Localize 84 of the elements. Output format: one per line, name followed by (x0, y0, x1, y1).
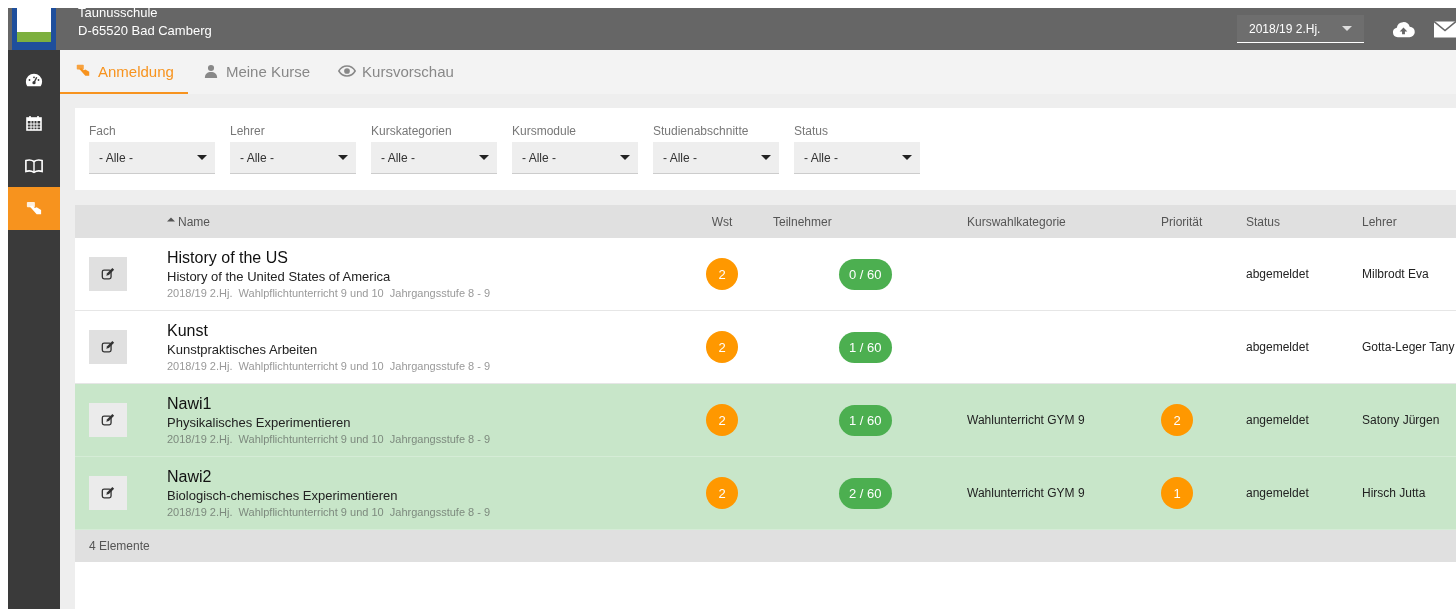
edit-button[interactable] (89, 257, 127, 291)
course-title: Kunst (167, 320, 209, 341)
participants-badge: 0 / 60 (839, 258, 892, 290)
calendar-icon (25, 114, 43, 131)
teacher-name: Milbrodt Eva (1362, 267, 1429, 281)
priority-badge: 2 (1161, 404, 1193, 436)
filter-label: Kurskategorien (371, 124, 453, 138)
priority-badge: 1 (1161, 477, 1193, 509)
hand-icon (25, 200, 43, 217)
course-details: 2018/19 2.Hj. Wahlpflichtunterricht 9 und 10 Jahrgangsstufe 8 - 9 (167, 285, 492, 301)
column-header[interactable]: Priorität (1161, 214, 1203, 229)
filter-select[interactable]: - Alle - (653, 142, 779, 174)
column-header[interactable]: Wst (711, 214, 733, 229)
edit-icon (101, 267, 115, 281)
edit-button[interactable] (89, 330, 127, 364)
course-details: 2018/19 2.Hj. Wahlpflichtunterricht 9 und 10 Jahrgangsstufe 8 - 9 (167, 431, 492, 447)
course-row[interactable]: Nawi1 Physikalisches Experimentieren 2018/19 2.Hj. Wahlpflichtunterricht 9 und 10 Jahrgangsstufe 8 - 9 2 1 / 60 Wahlunterricht GYM 9 2 angemeldet Satony Jürgen (75, 384, 1456, 457)
status-text: angemeldet (1246, 413, 1309, 427)
edit-icon (101, 340, 115, 354)
term-select[interactable]: 2018/19 2.Hj. (1237, 15, 1364, 43)
filter-label: Lehrer (230, 124, 266, 138)
school-address: D-65520 Bad Camberg (78, 22, 212, 40)
course-subtitle: Biologisch-chemisches Experimentieren (167, 486, 399, 505)
participants-badge: 2 / 60 (839, 477, 892, 509)
filter-label: Studienabschnitte (653, 124, 750, 138)
sort-ascending-icon (167, 216, 175, 222)
filter-select[interactable]: - Alle - (371, 142, 497, 174)
hours-badge: 2 (706, 258, 738, 290)
filter-label: Kursmodule (512, 124, 578, 138)
tab[interactable]: Kursvorschau (324, 50, 468, 94)
hand-icon (74, 64, 92, 78)
hours-badge: 2 (706, 404, 738, 436)
cloud-upload-icon[interactable] (1392, 20, 1415, 38)
course-details: 2018/19 2.Hj. Wahlpflichtunterricht 9 und 10 Jahrgangsstufe 8 - 9 (167, 504, 492, 520)
caret-icon (479, 155, 489, 160)
teacher-name: Hirsch Jutta (1362, 486, 1426, 500)
item-count: 4 Elemente (89, 539, 150, 553)
caret-icon (197, 155, 207, 160)
column-header[interactable]: Teilnehmer (773, 214, 832, 229)
caret-icon (1342, 26, 1352, 31)
column-header[interactable]: Status (1246, 214, 1281, 229)
caret-icon (902, 155, 912, 160)
edit-button[interactable] (89, 403, 127, 437)
dashboard-icon (25, 71, 43, 88)
participants-badge: 1 / 60 (839, 331, 892, 363)
filter-select[interactable]: - Alle - (794, 142, 920, 174)
course-details: 2018/19 2.Hj. Wahlpflichtunterricht 9 und 10 Jahrgangsstufe 8 - 9 (167, 358, 492, 374)
hours-badge: 2 (706, 331, 738, 363)
hours-badge: 2 (706, 477, 738, 509)
school-logo (12, 8, 56, 50)
course-title: History of the US (167, 247, 289, 268)
book-icon (25, 157, 43, 174)
course-subtitle: History of the United States of America (167, 267, 392, 286)
column-header[interactable]: Name (167, 214, 210, 229)
school-name: Taunusschule (78, 4, 159, 22)
edit-icon (101, 486, 115, 500)
teacher-name: Satony Jürgen (1362, 413, 1440, 427)
course-subtitle: Kunstpraktisches Arbeiten (167, 340, 319, 359)
participants-badge: 1 / 60 (839, 404, 892, 436)
course-title: Nawi1 (167, 393, 213, 414)
status-text: abgemeldet (1246, 340, 1309, 354)
filter-select[interactable]: - Alle - (230, 142, 356, 174)
caret-icon (620, 155, 630, 160)
edit-icon (101, 413, 115, 427)
eye-icon (338, 64, 357, 78)
mail-icon[interactable] (1434, 20, 1456, 38)
tab[interactable]: Meine Kurse (187, 50, 325, 94)
filter-label: Fach (89, 124, 117, 138)
filter-select[interactable]: - Alle - (89, 142, 215, 174)
status-text: abgemeldet (1246, 267, 1309, 281)
caret-icon (761, 155, 771, 160)
status-text: angemeldet (1246, 486, 1309, 500)
course-title: Nawi2 (167, 466, 213, 487)
category-text: Wahlunterricht GYM 9 (967, 486, 1085, 500)
column-header[interactable]: Lehrer (1362, 214, 1397, 229)
filter-select[interactable]: - Alle - (512, 142, 638, 174)
course-row[interactable]: Nawi2 Biologisch-chemisches Experimentieren 2018/19 2.Hj. Wahlpflichtunterricht 9 und 10 Jahrgangsstufe 8 - 9 2 2 / 60 Wahlunterricht GYM 9 1 angemeldet Hirsch Jutta (75, 457, 1456, 530)
column-header[interactable]: Kurswahlkategorie (967, 214, 1066, 229)
teacher-name: Gotta-Leger Tany (1362, 340, 1455, 354)
edit-button[interactable] (89, 476, 127, 510)
category-text: Wahlunterricht GYM 9 (967, 413, 1085, 427)
filter-label: Status (794, 124, 830, 138)
caret-icon (338, 155, 348, 160)
course-subtitle: Physikalisches Experimentieren (167, 413, 352, 432)
